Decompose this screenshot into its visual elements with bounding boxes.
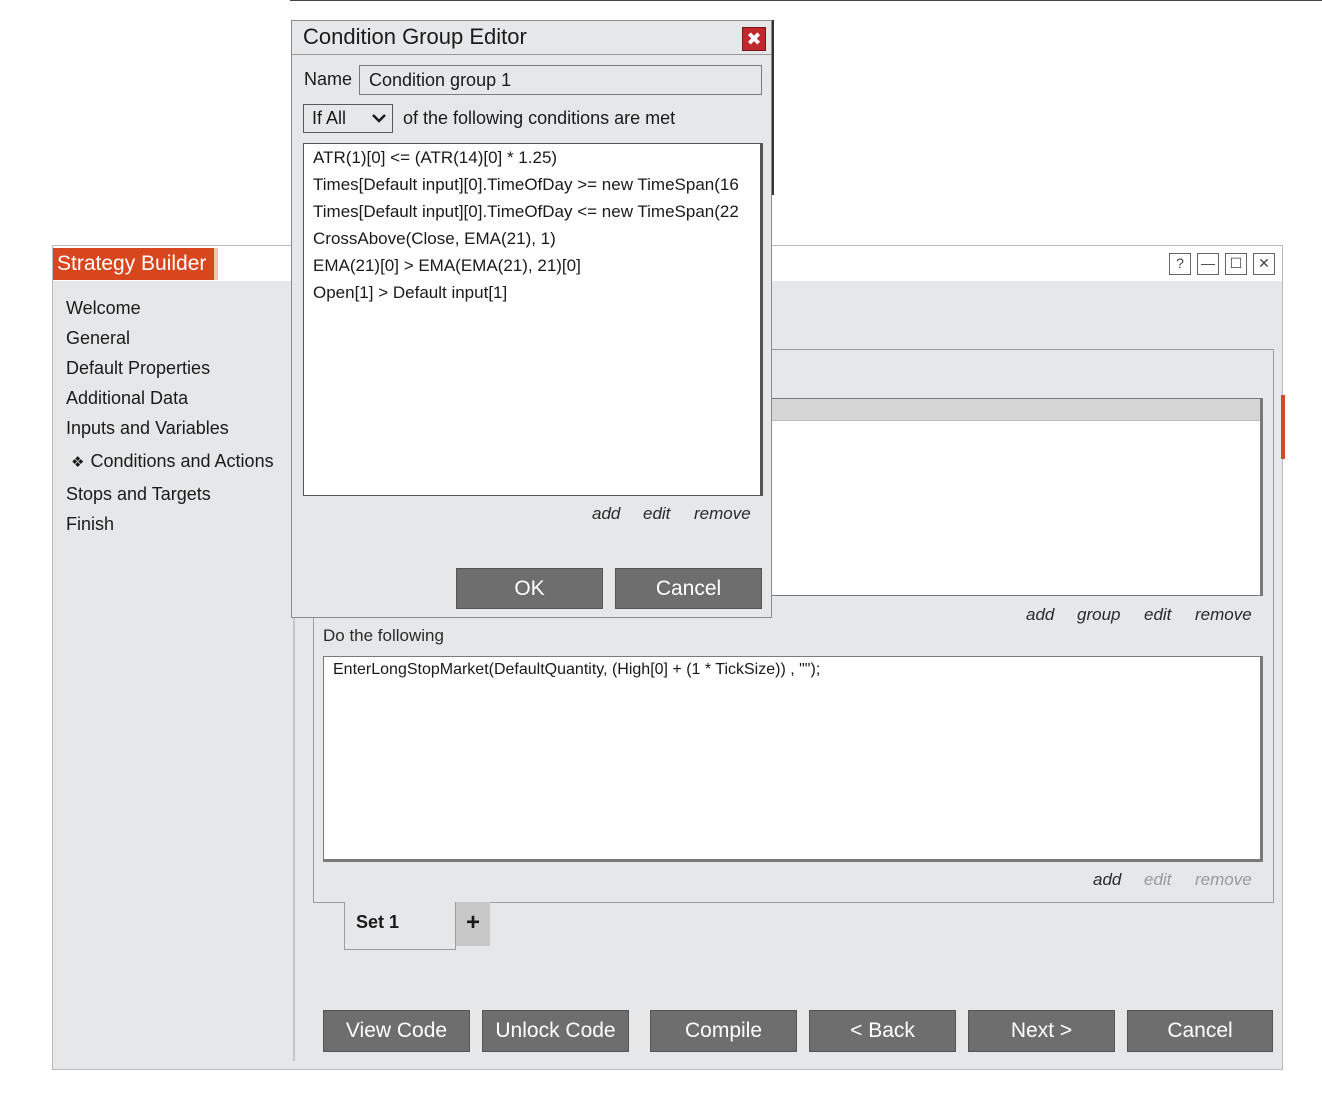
edit-condition-link[interactable]: edit: [1144, 605, 1171, 625]
sidebar-item-default-properties[interactable]: Default Properties: [66, 358, 210, 379]
dialog-edit-link[interactable]: edit: [643, 504, 670, 524]
remove-action-link[interactable]: remove: [1195, 870, 1252, 890]
add-action-link[interactable]: add: [1093, 870, 1121, 890]
match-mode-value: If All: [312, 108, 347, 128]
dialog-add-link[interactable]: add: [592, 504, 620, 524]
next-button[interactable]: Next >: [968, 1010, 1115, 1052]
wizard-sidebar: Welcome General Default Properties Addit…: [53, 281, 295, 1071]
cancel-button[interactable]: Cancel: [1127, 1010, 1273, 1052]
actions-list[interactable]: EnterLongStopMarket(DefaultQuantity, (Hi…: [323, 656, 1263, 862]
background-window-edge: [290, 0, 1322, 1]
condition-item[interactable]: EMA(21)[0] > EMA(EMA(21), 21)[0]: [313, 256, 581, 276]
name-label: Name: [304, 69, 353, 89]
sidebar-item-finish[interactable]: Finish: [66, 514, 114, 535]
sidebar-item-welcome[interactable]: Welcome: [66, 298, 141, 319]
active-bullet-icon: ❖: [71, 454, 85, 471]
view-code-button[interactable]: View Code: [323, 1010, 470, 1052]
background-window-edge: [772, 20, 774, 195]
match-mode-select[interactable]: If All: [303, 104, 393, 133]
remove-condition-link[interactable]: remove: [1195, 605, 1252, 625]
match-mode-suffix: of the following conditions are met: [403, 108, 676, 128]
ok-button[interactable]: OK: [456, 568, 603, 609]
sidebar-item-additional-data[interactable]: Additional Data: [66, 388, 188, 409]
condition-item[interactable]: Times[Default input][0].TimeOfDay >= new…: [313, 175, 739, 195]
window-title: Strategy Builder: [53, 248, 219, 280]
group-name-field[interactable]: [359, 65, 762, 95]
condition-item[interactable]: Times[Default input][0].TimeOfDay <= new…: [313, 202, 739, 222]
help-button[interactable]: ?: [1169, 253, 1191, 275]
compile-button[interactable]: Compile: [650, 1010, 797, 1052]
minimize-button[interactable]: —: [1197, 253, 1219, 275]
dialog-cancel-button[interactable]: Cancel: [615, 568, 762, 609]
sidebar-item-conditions-and-actions[interactable]: ❖ Conditions and Actions: [71, 451, 274, 472]
back-button[interactable]: < Back: [809, 1010, 956, 1052]
maximize-button[interactable]: ☐: [1225, 253, 1247, 275]
condition-group-editor-dialog: Condition Group Editor ✖ Name If All of …: [291, 20, 772, 618]
tab-set-1[interactable]: Set 1: [344, 902, 456, 950]
add-condition-link[interactable]: add: [1026, 605, 1054, 625]
edit-action-link[interactable]: edit: [1144, 870, 1171, 890]
unlock-code-button[interactable]: Unlock Code: [482, 1010, 629, 1052]
dialog-title-separator: [292, 54, 771, 55]
actions-label: Do the following: [323, 626, 444, 645]
background-window-accent: [1281, 395, 1285, 459]
close-dialog-icon[interactable]: ✖: [742, 27, 766, 51]
close-window-button[interactable]: ✕: [1253, 253, 1275, 275]
condition-item[interactable]: Open[1] > Default input[1]: [313, 283, 507, 303]
action-item[interactable]: EnterLongStopMarket(DefaultQuantity, (Hi…: [333, 661, 820, 679]
chevron-down-icon: [372, 114, 386, 123]
dialog-remove-link[interactable]: remove: [694, 504, 751, 524]
sidebar-item-inputs-and-variables[interactable]: Inputs and Variables: [66, 418, 229, 439]
add-set-button[interactable]: +: [456, 902, 490, 946]
sidebar-item-label: Conditions and Actions: [90, 451, 274, 471]
conditions-listbox[interactable]: ATR(1)[0] <= (ATR(14)[0] * 1.25) Times[D…: [303, 143, 763, 496]
condition-item[interactable]: ATR(1)[0] <= (ATR(14)[0] * 1.25): [313, 148, 557, 168]
sidebar-item-general[interactable]: General: [66, 328, 130, 349]
condition-item[interactable]: CrossAbove(Close, EMA(21), 1): [313, 229, 556, 249]
dialog-title: Condition Group Editor: [303, 24, 527, 49]
group-conditions-link[interactable]: group: [1077, 605, 1120, 625]
sidebar-item-stops-and-targets[interactable]: Stops and Targets: [66, 484, 211, 505]
